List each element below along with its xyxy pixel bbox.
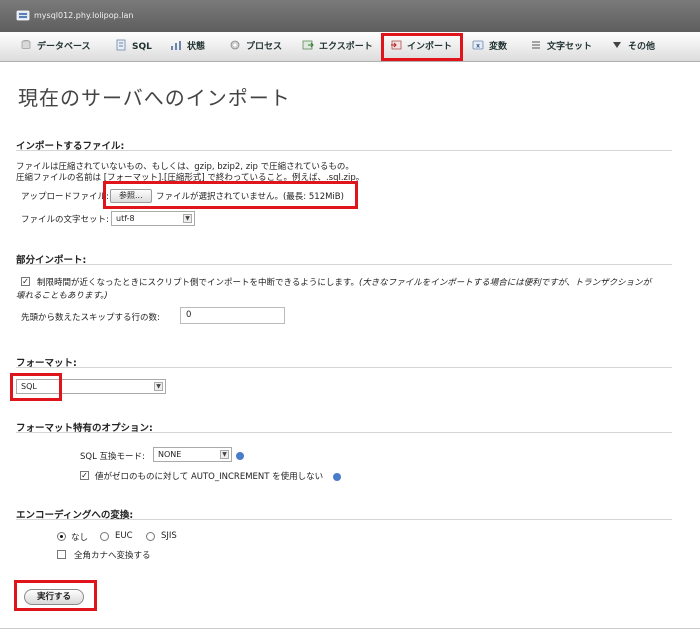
divider xyxy=(16,150,672,151)
encoding-label-sjis: SJIS xyxy=(161,531,177,541)
tab-charsets[interactable]: 文字セット xyxy=(530,37,592,57)
info-icon[interactable] xyxy=(236,452,244,460)
skip-label: 先頭から数えたスキップする行の数: xyxy=(21,313,160,323)
charset-label: ファイルの文字セット: xyxy=(21,215,109,225)
kana-checkbox[interactable] xyxy=(57,550,66,559)
encoding-radio-none[interactable] xyxy=(57,532,66,541)
tab-status[interactable]: 状態 xyxy=(170,37,205,57)
tab-import[interactable]: インポート xyxy=(384,37,458,57)
page-title: 現在のサーバへのインポート xyxy=(18,86,291,110)
auto-increment-label: 値がゼロのものに対して AUTO_INCREMENT を使用しない xyxy=(95,472,324,482)
tab-more[interactable]: その他 xyxy=(611,37,655,57)
charset-value: utf-8 xyxy=(116,214,135,223)
tab-label: エクスポート xyxy=(319,42,373,52)
browse-button[interactable]: 参照... xyxy=(110,189,152,203)
divider xyxy=(16,432,672,433)
tab-export[interactable]: エクスポート xyxy=(302,37,373,57)
chevron-down-icon: ▼ xyxy=(154,382,163,391)
variables-icon: x xyxy=(472,40,484,50)
divider xyxy=(16,367,672,368)
tab-label: インポート xyxy=(407,42,453,52)
encoding-label-none: なし xyxy=(71,533,89,543)
file-description-line2: 圧縮ファイルの名前は [フォーマット].[圧縮形式] で終わっていること。例えば… xyxy=(16,173,365,183)
tab-sql[interactable]: SQL xyxy=(115,37,152,57)
server-name[interactable]: mysql012.phy.lolipop.lan xyxy=(34,11,133,20)
skip-rows-input[interactable]: 0 xyxy=(180,307,285,324)
main-menu: データベース SQL 状態 プロセス エクスポート インポート x 変数 文字セッ… xyxy=(0,32,700,62)
divider xyxy=(16,264,672,265)
upload-label: アップロードファイル: xyxy=(21,192,109,202)
divider xyxy=(0,628,700,629)
tab-label: 文字セット xyxy=(547,42,593,52)
svg-text:x: x xyxy=(476,43,480,50)
encoding-radio-sjis[interactable] xyxy=(146,532,155,541)
sql-icon xyxy=(116,39,126,51)
tab-processes[interactable]: プロセス xyxy=(229,37,282,57)
tab-variables[interactable]: x 変数 xyxy=(472,37,507,57)
compat-mode-label: SQL 互換モード: xyxy=(80,452,145,462)
interrupt-label: 制限時間が近くなったときにスクリプト側でインポートを中断できるようにします。(大… xyxy=(37,276,651,288)
execute-button[interactable]: 実行する xyxy=(24,589,84,605)
tab-label: 変数 xyxy=(489,42,508,52)
more-icon xyxy=(613,42,621,48)
compat-mode-value: NONE xyxy=(158,450,182,459)
tab-databases[interactable]: データベース xyxy=(20,37,91,57)
tab-label: SQL xyxy=(132,42,152,52)
compat-mode-select[interactable]: NONE ▼ xyxy=(153,447,232,462)
interrupt-checkbox[interactable]: ✓ xyxy=(21,277,30,286)
server-icon xyxy=(16,10,30,21)
interrupt-note-cont: 壊れることもあります。) xyxy=(16,291,108,301)
info-icon[interactable] xyxy=(333,473,341,481)
server-titlebar: mysql012.phy.lolipop.lan xyxy=(0,0,700,32)
format-select[interactable]: SQL ▼ xyxy=(16,379,166,394)
kana-label: 全角カナへ変換する xyxy=(74,551,151,561)
interrupt-text: 制限時間が近くなったときにスクリプト側でインポートを中断できるようにします。 xyxy=(37,278,359,288)
encoding-radio-euc[interactable] xyxy=(100,532,109,541)
charset-icon xyxy=(532,41,540,49)
interrupt-note: (大きなファイルをインポートする場合には便利ですが、トランザクションが xyxy=(358,278,652,288)
import-icon xyxy=(391,40,402,50)
chevron-down-icon: ▼ xyxy=(220,450,229,459)
tab-label: その他 xyxy=(628,42,656,52)
tab-label: プロセス xyxy=(246,42,283,52)
encoding-label-euc: EUC xyxy=(115,531,133,541)
auto-increment-checkbox[interactable]: ✓ xyxy=(80,471,89,480)
chevron-down-icon: ▼ xyxy=(183,214,192,223)
tab-label: 状態 xyxy=(187,42,206,52)
export-icon xyxy=(302,40,314,50)
database-icon xyxy=(21,40,31,50)
divider xyxy=(16,519,672,520)
tab-label: データベース xyxy=(37,42,91,52)
status-icon xyxy=(171,41,181,50)
format-value: SQL xyxy=(21,382,37,391)
process-icon xyxy=(230,40,240,50)
no-file-text: ファイルが選択されていません。(最長: 512MiB) xyxy=(156,192,344,202)
charset-select[interactable]: utf-8 ▼ xyxy=(111,211,195,226)
